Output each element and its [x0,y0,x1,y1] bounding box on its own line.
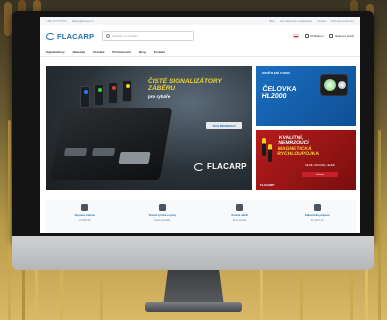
feature-title[interactable]: Vlastní výroba a vývoj [149,214,176,217]
feature-sub: Brno a Praha [232,220,247,222]
connector-note: Silné, odolné, lehké [305,164,335,167]
feature-sub: Česká republika [154,220,171,222]
czech-flag-icon[interactable] [292,34,299,38]
banner-headline: Čisté signalizátory záběru [148,78,222,93]
features-strip: Doprava zdarma od 2000 Kč Vlastní výroba… [46,200,356,233]
store-icon [236,204,244,211]
nav-item-prislusenstvi[interactable]: Příslušenství [112,50,131,54]
phone-icon [313,204,321,211]
site-header: FLACARP Napište, co hledáte Přihlášení N… [40,25,360,47]
buoy-image [268,144,272,162]
topbar-link-blog[interactable]: Blog [269,20,274,23]
account-label: Přihlášení [310,34,324,38]
nav-item-blog[interactable]: Blog [139,50,146,54]
buoy-image [262,138,266,156]
nav-item-signalizatory[interactable]: Signalizátory [46,50,65,54]
headlamp-tag: Osvětlení v noci [262,71,291,75]
feature-item: Doprava zdarma od 2000 Kč [55,200,115,233]
logo-mark-icon [46,32,55,40]
topbar: +420 737 737 007 flacarp@flacarp.cz Blog… [40,17,360,25]
feature-sub: od 2000 Kč [78,220,91,222]
gear-icon [158,204,166,211]
banner-logo-text: FLACARP [207,162,247,171]
banner-more-button[interactable]: VÍCE INFORMACÍ [206,122,242,129]
site-logo[interactable]: FLACARP [46,32,94,41]
truck-icon [81,204,89,211]
search-icon [106,34,111,38]
topbar-link-terms[interactable]: Obchodní podmínky [331,20,354,23]
connector-brand: FLACARP [260,183,275,187]
cart-label: Nákupní košík [334,34,354,38]
feature-title[interactable]: Doprava zdarma [75,214,95,217]
logo-mark-icon [194,162,204,171]
cart-link[interactable]: Nákupní košík [329,34,354,38]
search-input[interactable]: Napište, co hledáte [102,31,195,41]
bite-alarm-image [94,84,104,106]
user-icon [304,34,309,38]
bite-alarm-image [122,80,132,102]
connector-title: Kvalitní, nemrzoucí magnetická rychloupo… [276,135,339,157]
feature-item: Osobní odběr Brno a Praha [210,200,270,233]
logo-text: FLACARP [57,31,95,41]
feature-item: Vlastní výroba a vývoj Česká republika [132,200,192,233]
feature-title[interactable]: Osobní odběr [231,214,248,217]
topbar-link-howto[interactable]: Jak nakupovat a objednávat [280,20,312,23]
feature-sub: Po–Pá 8–16 [310,220,324,222]
search-placeholder: Napište, co hledáte [112,34,138,38]
account-link[interactable]: Přihlášení [304,34,324,38]
headlamp-image [320,74,348,96]
bite-alarm-image [80,86,90,108]
banner-subline: pro rybáře [148,94,171,99]
hero-section: Čisté signalizátory záběru pro rybáře VÍ… [46,66,356,190]
topbar-email[interactable]: flacarp@flacarp.cz [72,20,94,23]
topbar-phone[interactable]: +420 737 737 007 [46,20,67,23]
cart-icon [329,34,334,38]
nav-item-navnady[interactable]: Návnady [73,50,86,54]
main-banner[interactable]: Čisté signalizátory záběru pro rybáře VÍ… [46,66,252,190]
connector-show-button[interactable]: Zobrazit [302,172,338,177]
monitor-stand [163,270,224,306]
headlamp-title: ČELOVKA HL2000 [261,86,297,100]
monitor-chin [12,236,374,270]
bite-alarm-image [108,82,118,104]
feature-item: Zákaznická podpora Po–Pá 8–16 [287,200,347,233]
nav-item-kontakt[interactable]: Kontakt [154,50,165,54]
monitor-base [145,302,242,312]
headlamp-title-line2: HL2000 [261,93,287,100]
feature-title[interactable]: Zákaznická podpora [305,214,330,217]
headlamp-title-line1: ČELOVKA [262,86,297,93]
connector-title-line4: rychloupojka [276,150,320,157]
nav-item-krmitka[interactable]: Krmítka [93,50,104,54]
website-screen: +420 737 737 007 flacarp@flacarp.cz Blog… [40,17,360,233]
quick-connector-banner[interactable]: Kvalitní, nemrzoucí magnetická rychloupo… [256,130,356,190]
banner-logo: FLACARP [194,162,247,171]
product-case-image [49,108,173,180]
main-nav: Signalizátory Návnady Krmítka Příslušens… [40,47,360,57]
headlamp-banner[interactable]: Osvětlení v noci ČELOVKA HL2000 [256,66,356,126]
topbar-link-contact[interactable]: Kontakt [317,20,326,23]
